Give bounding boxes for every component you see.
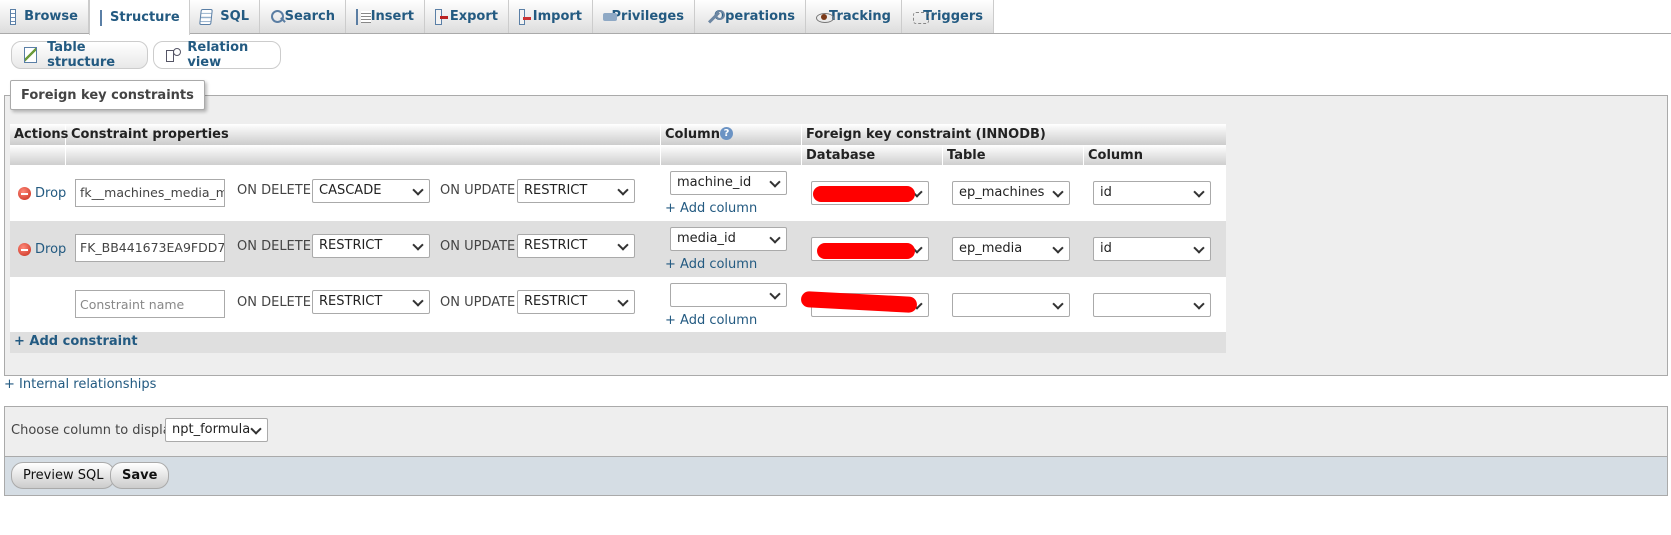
drop-label: Drop: [35, 242, 67, 257]
on-update-select[interactable]: RESTRICT: [517, 290, 635, 314]
display-column-panel: Choose column to display: npt_formula Pr…: [4, 406, 1668, 496]
tab-operations[interactable]: Operations: [695, 0, 806, 33]
tab-label: Browse: [24, 9, 78, 24]
on-delete-select[interactable]: RESTRICT: [312, 290, 430, 314]
drop-icon: [18, 243, 31, 256]
column-select[interactable]: media_id: [670, 227, 787, 251]
on-delete-label: ON DELETE: [237, 239, 311, 254]
fk-table-subheader: Database Table Column: [10, 145, 1226, 166]
tab-insert[interactable]: Insert: [346, 0, 425, 33]
constraint-name-input[interactable]: FK_BB441673EA9FDD75: [75, 234, 225, 262]
save-button[interactable]: Save: [110, 462, 170, 489]
table-structure-icon: [24, 47, 38, 63]
search-icon: [270, 9, 284, 25]
tab-label: Triggers: [923, 9, 983, 24]
table-select[interactable]: ep_media: [952, 237, 1070, 261]
fk-table-header: Actions Constraint properties Column ? F…: [10, 124, 1226, 145]
tab-sql[interactable]: SQL: [190, 0, 260, 33]
browse-icon: [10, 8, 17, 25]
on-update-label: ON UPDATE: [440, 239, 516, 254]
header-constraint-properties: Constraint properties: [71, 127, 229, 142]
insert-icon: [356, 8, 371, 25]
header-column: Column: [665, 127, 720, 142]
table-select[interactable]: ep_machines: [952, 181, 1070, 205]
ref-column-select[interactable]: [1093, 293, 1211, 317]
relation-view-icon: [166, 48, 182, 62]
on-update-select[interactable]: RESTRICT: [517, 179, 635, 203]
operations-icon: [705, 9, 726, 25]
export-icon: [435, 8, 448, 25]
redaction-mark: [817, 243, 915, 259]
table-select[interactable]: [952, 293, 1070, 317]
tab-import[interactable]: Import: [509, 0, 593, 33]
fk-legend: Foreign key constraints: [10, 80, 205, 110]
tab-tracking[interactable]: Tracking: [806, 0, 902, 33]
tracking-icon: [816, 9, 834, 25]
tab-label: SQL: [220, 9, 249, 24]
top-tab-bar: Browse Structure SQL Search Insert Expor…: [0, 0, 1671, 35]
on-delete-label: ON DELETE: [237, 183, 311, 198]
add-column-link[interactable]: + Add column: [665, 201, 757, 216]
tab-label: Privileges: [611, 9, 684, 24]
add-column-link[interactable]: + Add column: [665, 313, 757, 328]
drop-link[interactable]: Drop: [18, 186, 66, 201]
tab-label: Import: [532, 9, 582, 24]
on-delete-select[interactable]: CASCADE: [312, 179, 430, 203]
display-column-label: Choose column to display:: [11, 423, 182, 438]
drop-label: Drop: [35, 186, 67, 201]
subtab-relation-view[interactable]: Relation view: [153, 40, 281, 70]
header-ref-column: Column: [1088, 148, 1143, 163]
header-database: Database: [806, 148, 876, 163]
constraint-row: ON DELETE RESTRICT ON UPDATE RESTRICT + …: [10, 277, 1226, 333]
add-constraint-row: + Add constraint: [10, 332, 1226, 353]
column-select[interactable]: [670, 283, 787, 307]
help-icon[interactable]: ?: [720, 127, 733, 140]
tab-search[interactable]: Search: [260, 0, 346, 33]
tab-triggers[interactable]: Triggers: [902, 0, 994, 33]
header-table: Table: [947, 148, 986, 163]
triggers-icon: [912, 9, 930, 25]
subtab-label: Relation view: [187, 40, 249, 70]
constraint-row: Drop FK_BB441673EA9FDD75 ON DELETE RESTR…: [10, 221, 1226, 277]
column-select[interactable]: machine_id: [670, 171, 787, 195]
ref-column-select[interactable]: id: [1093, 237, 1211, 261]
tab-browse[interactable]: Browse: [0, 0, 89, 33]
sql-icon: [199, 8, 214, 25]
header-fk-constraint: Foreign key constraint (INNODB): [806, 127, 1046, 142]
on-update-select[interactable]: RESTRICT: [517, 234, 635, 258]
constraint-name-input[interactable]: [75, 290, 225, 318]
tab-privileges[interactable]: Privileges: [593, 0, 695, 33]
internal-relationships-link[interactable]: + Internal relationships: [4, 377, 156, 392]
redaction-mark: [813, 186, 915, 202]
header-actions: Actions: [14, 127, 69, 142]
tab-label: Search: [284, 9, 335, 24]
on-update-label: ON UPDATE: [440, 295, 516, 310]
constraint-name-input[interactable]: fk__machines_media_ma: [75, 179, 225, 207]
add-constraint-link[interactable]: + Add constraint: [14, 334, 138, 349]
tab-export[interactable]: Export: [425, 0, 509, 33]
drop-link[interactable]: Drop: [18, 242, 66, 257]
constraint-row: Drop fk__machines_media_ma ON DELETE CAS…: [10, 165, 1226, 221]
preview-sql-button[interactable]: Preview SQL: [11, 462, 116, 489]
subtab-label: Table structure: [47, 40, 116, 70]
on-update-label: ON UPDATE: [440, 183, 516, 198]
on-delete-select[interactable]: RESTRICT: [312, 234, 430, 258]
display-column-select[interactable]: npt_formula: [165, 418, 268, 442]
tab-structure[interactable]: Structure: [89, 0, 190, 35]
ref-column-select[interactable]: id: [1093, 181, 1211, 205]
import-icon: [519, 8, 531, 25]
tab-label: Tracking: [829, 9, 891, 24]
subtab-table-structure[interactable]: Table structure: [11, 40, 148, 70]
structure-icon: [100, 9, 102, 26]
form-footer: Preview SQL Save: [5, 456, 1667, 495]
privileges-icon: [603, 9, 611, 25]
tab-label: Export: [449, 9, 498, 24]
tab-label: Operations: [714, 9, 795, 24]
tab-label: Structure: [110, 10, 180, 25]
tab-label: Insert: [370, 9, 414, 24]
drop-icon: [18, 187, 31, 200]
on-delete-label: ON DELETE: [237, 295, 311, 310]
add-column-link[interactable]: + Add column: [665, 257, 757, 272]
